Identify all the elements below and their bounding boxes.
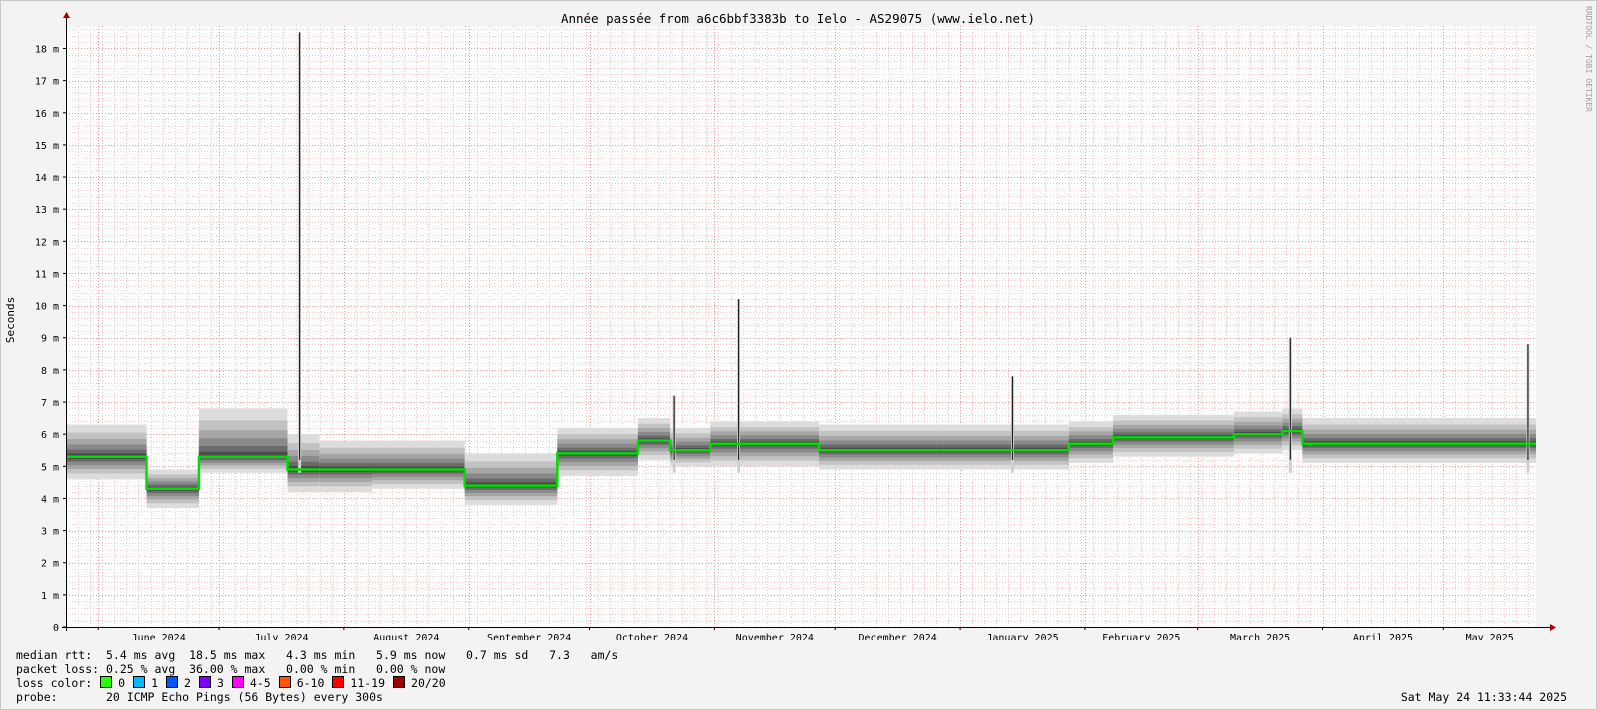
y-tick-label: 4 m — [41, 494, 59, 505]
loss-color-swatch — [278, 676, 291, 688]
x-tick-label: November 2024 — [736, 633, 814, 640]
y-tick-label: 10 m — [35, 302, 59, 313]
y-tick-label: 17 m — [35, 77, 59, 88]
chart-title: Année passée from a6c6bbf3383b to Ielo -… — [561, 11, 1035, 26]
x-tick-label: January 2025 — [986, 633, 1058, 640]
y-tick-label: 7 m — [41, 398, 59, 409]
x-axis-arrow — [1550, 624, 1556, 631]
loss-color-swatch — [133, 676, 146, 688]
y-tick-label: 0 — [53, 623, 59, 634]
loss-color-item: 4-5 — [224, 676, 271, 690]
median-rtt-stats: median rtt: 5.4 ms avg 18.5 ms max 4.3 m… — [16, 648, 619, 662]
loss-color-value: 20/20 — [411, 676, 446, 690]
y-tick-label: 9 m — [41, 334, 59, 345]
loss-color-value: 0 — [118, 676, 126, 690]
y-tick-label: 11 m — [35, 269, 59, 280]
loss-color-legend: loss color: 0 1 2 3 4-5 6-10 11-19 20/20 — [16, 676, 446, 690]
loss-color-swatch — [231, 676, 244, 688]
y-ticks: 0 1 m 2 m 3 m 4 m 5 m 6 m 7 m 8 m 9 m 10 m 11 m 12 m… — [35, 44, 66, 634]
loss-color-label: loss color: — [16, 676, 93, 690]
x-tick-label: December 2024 — [859, 633, 937, 640]
x-ticks: June 2024 July 2024 August 2024 September 2… — [97, 627, 1514, 640]
rtt-chart: 0 1 m 2 m 3 m 4 m 5 m 6 m 7 m 8 m 9 m 10 m 11 m 12 m… — [4, 6, 1593, 640]
loss-color-value: 3 — [216, 676, 224, 690]
x-tick-label: August 2024 — [373, 633, 439, 640]
loss-color-value: 11-19 — [350, 676, 386, 690]
y-tick-label: 1 m — [41, 591, 59, 602]
loss-color-item: 1 — [125, 676, 158, 690]
loss-color-item: 11-19 — [324, 676, 385, 690]
x-tick-label: July 2024 — [254, 633, 308, 640]
loss-color-value: 6-10 — [296, 676, 325, 690]
y-tick-label: 5 m — [41, 462, 59, 473]
x-tick-label: February 2025 — [1102, 633, 1180, 640]
y-tick-label: 6 m — [41, 430, 59, 441]
y-axis-label: Seconds — [4, 297, 17, 343]
y-tick-label: 14 m — [35, 173, 59, 184]
packet-loss-stats: packet loss: 0.25 % avg 36.00 % max 0.00… — [16, 662, 446, 676]
loss-color-item: 20/20 — [385, 676, 446, 690]
loss-color-swatch — [332, 676, 345, 688]
y-tick-label: 3 m — [41, 527, 59, 538]
x-tick-label: March 2025 — [1230, 633, 1290, 640]
x-tick-label: April 2025 — [1353, 633, 1413, 640]
loss-color-item: 6-10 — [271, 676, 325, 690]
loss-color-value: 1 — [151, 676, 159, 690]
x-tick-label: May 2025 — [1466, 633, 1514, 640]
loss-color-item: 2 — [158, 676, 191, 690]
loss-color-value: 4-5 — [249, 676, 271, 690]
rrdtool-watermark: RRDTOOL / TOBI OETIKER — [1584, 6, 1593, 112]
generated-timestamp: Sat May 24 11:33:44 2025 — [1400, 690, 1567, 704]
plot-area — [66, 26, 1536, 627]
loss-color-swatch — [166, 676, 179, 688]
loss-color-item: 0 — [92, 676, 125, 690]
x-tick-label: October 2024 — [616, 633, 688, 640]
y-tick-label: 2 m — [41, 559, 59, 570]
loss-color-swatch — [393, 676, 406, 688]
y-tick-label: 18 m — [35, 44, 59, 55]
loss-color-item: 3 — [191, 676, 224, 690]
loss-color-value: 2 — [184, 676, 191, 690]
y-tick-label: 16 m — [35, 109, 59, 120]
y-tick-label: 12 m — [35, 237, 59, 248]
y-tick-label: 15 m — [35, 141, 59, 152]
x-tick-label: September 2024 — [487, 633, 571, 640]
probe-info: probe: 20 ICMP Echo Pings (56 Bytes) eve… — [16, 690, 383, 704]
y-tick-label: 8 m — [41, 366, 59, 377]
loss-color-swatch — [100, 676, 113, 688]
x-tick-label: June 2024 — [132, 633, 186, 640]
y-axis-arrow — [63, 12, 70, 18]
loss-color-swatch — [198, 676, 211, 688]
y-tick-label: 13 m — [35, 205, 59, 216]
